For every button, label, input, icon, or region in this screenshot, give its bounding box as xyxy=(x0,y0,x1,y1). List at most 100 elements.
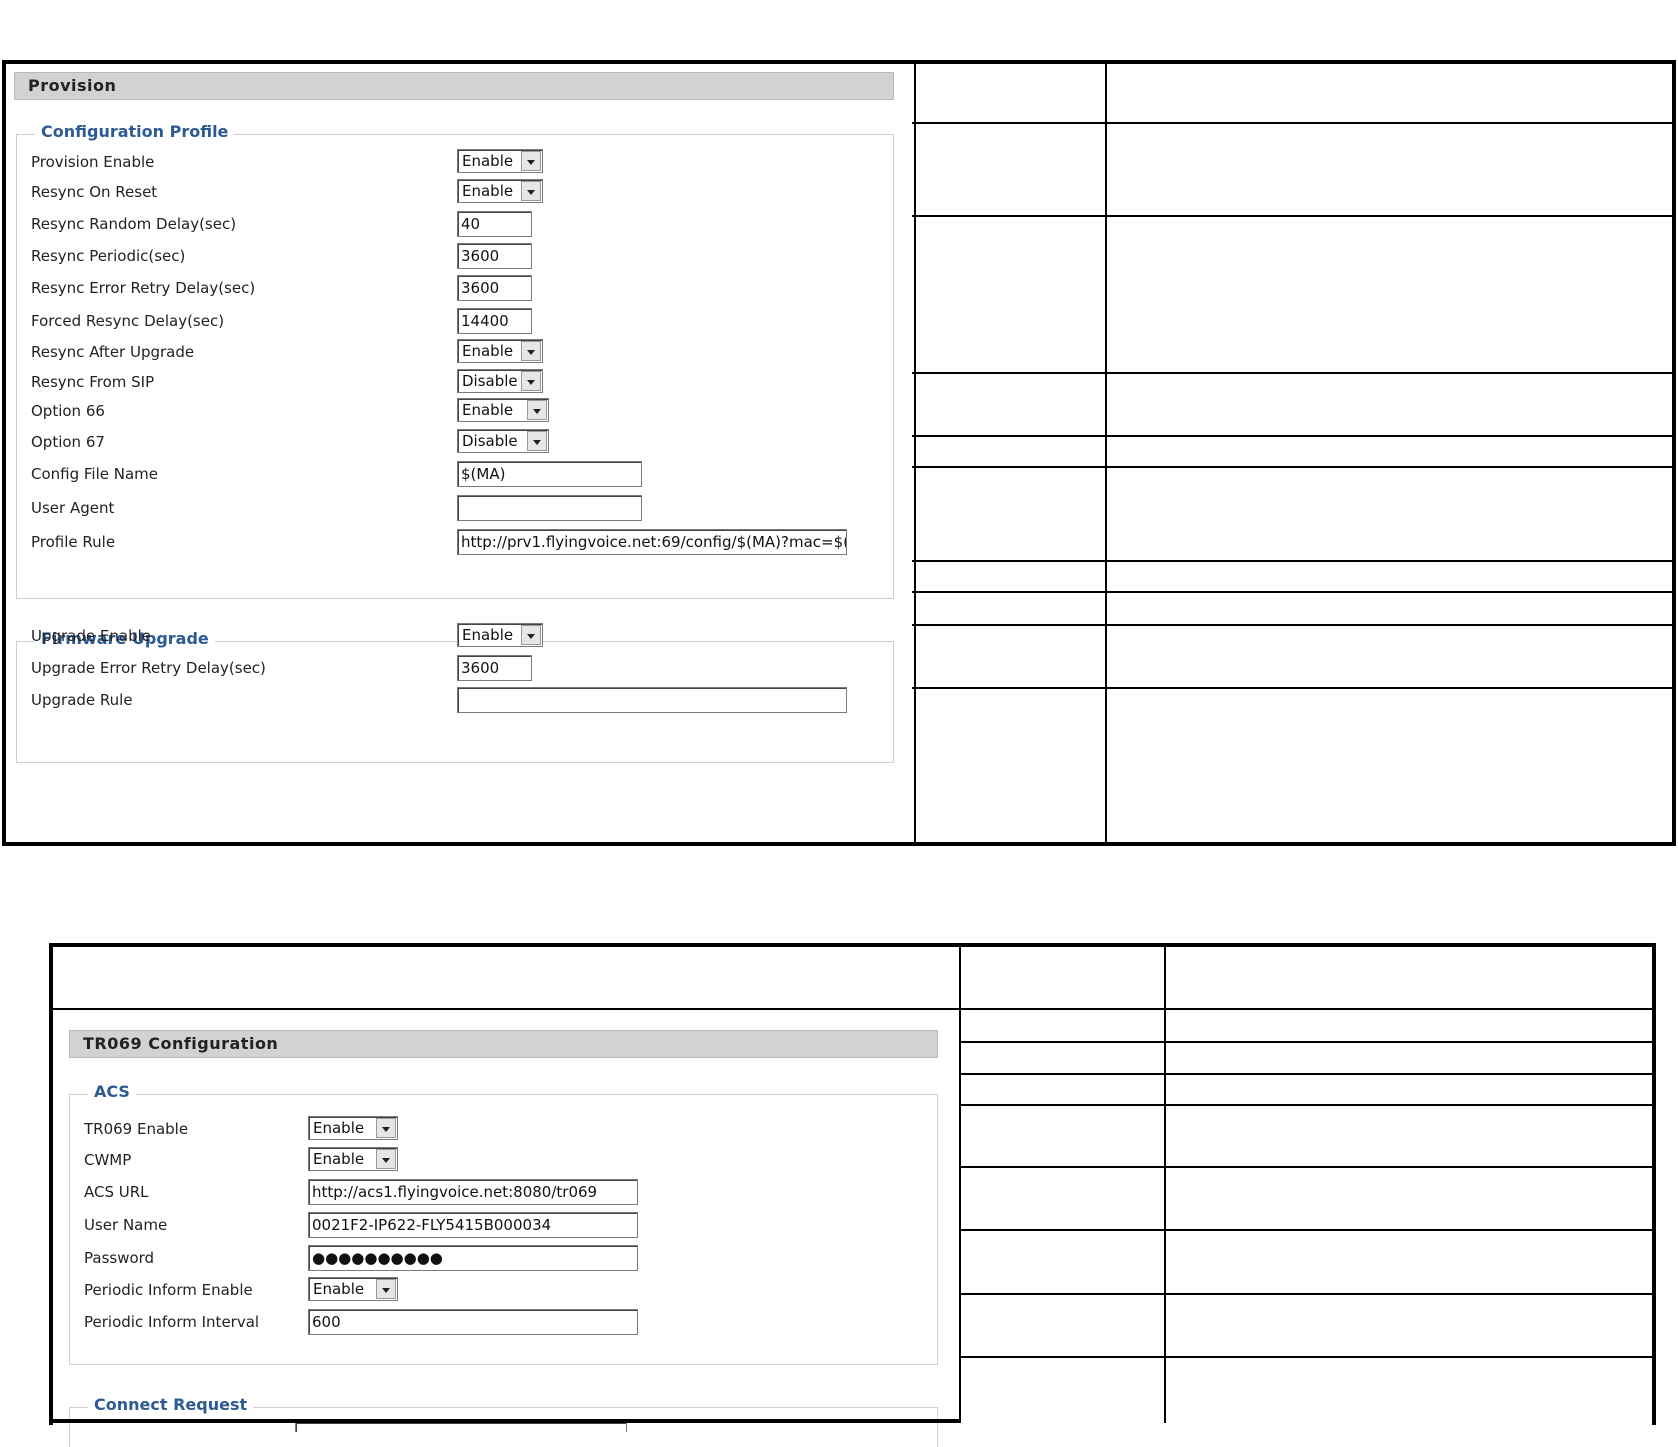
form-row-resync-error-retry-delay-sec: Resync Error Retry Delay(sec) 3600 xyxy=(31,275,891,303)
form-row-user-agent: User Agent xyxy=(31,495,891,523)
tr069-enable-select[interactable]: Enable xyxy=(308,1116,398,1140)
option-66-select[interactable]: Enable xyxy=(457,398,549,422)
acs-fieldset: ACS TR069 Enable Enable CWMP Enable ACS URL h… xyxy=(69,1082,938,1365)
resync-random-delay-sec-label: Resync Random Delay(sec) xyxy=(31,215,237,233)
upgrade-error-retry-delay-sec-input[interactable]: 3600 xyxy=(457,655,532,681)
provision-enable-label: Provision Enable xyxy=(31,153,155,171)
table-row-divider xyxy=(961,1229,1654,1231)
periodic-inform-enable-select[interactable]: Enable xyxy=(308,1277,398,1301)
forced-resync-delay-sec-input[interactable]: 14400 xyxy=(457,308,532,334)
resync-from-sip-label: Resync From SIP xyxy=(31,373,155,391)
table-row-divider xyxy=(912,687,1672,689)
form-row-resync-after-upgrade: Resync After Upgrade Enable xyxy=(31,339,891,367)
resync-error-retry-delay-sec-input[interactable]: 3600 xyxy=(457,275,532,301)
resync-from-sip-select[interactable]: Disable xyxy=(457,369,543,393)
form-row-tr069-enable: TR069 Enable Enable xyxy=(84,1116,944,1144)
resync-after-upgrade-select[interactable]: Enable xyxy=(457,339,543,363)
option-67-select[interactable]: Disable xyxy=(457,429,549,453)
provision-enable-select[interactable]: Enable xyxy=(457,149,543,173)
form-row-upgrade-rule: Upgrade Rule xyxy=(31,687,891,715)
provision-panel: Provision Configuration Profile Provisio… xyxy=(6,64,894,842)
chevron-down-icon[interactable] xyxy=(521,151,541,171)
provision-description-table xyxy=(914,60,1678,846)
chevron-down-icon[interactable] xyxy=(376,1118,396,1138)
upgrade-enable-select[interactable]: Enable xyxy=(457,623,543,647)
form-row-upgrade-error-retry-delay-sec: Upgrade Error Retry Delay(sec) 3600 xyxy=(31,655,891,683)
resync-after-upgrade-selected-value: Enable xyxy=(462,342,514,360)
resync-from-sip-selected-value: Disable xyxy=(462,372,518,390)
chevron-down-icon[interactable] xyxy=(376,1149,396,1169)
form-row-resync-random-delay-sec: Resync Random Delay(sec) 40 xyxy=(31,211,891,239)
form-row-resync-from-sip: Resync From SIP Disable xyxy=(31,369,891,397)
option-66-selected-value: Enable xyxy=(462,401,514,419)
user-name-label: User Name xyxy=(84,1216,168,1234)
option-67-label: Option 67 xyxy=(31,433,105,451)
form-row-resync-periodic-sec: Resync Periodic(sec) 3600 xyxy=(31,243,891,271)
table-row-divider xyxy=(961,1073,1654,1075)
chevron-down-icon[interactable] xyxy=(527,400,547,420)
provision-header: Provision xyxy=(14,72,894,100)
firmware-upgrade-fieldset: Firmware Upgrade Upgrade Enable Enable Upg… xyxy=(16,623,894,763)
resync-periodic-sec-input[interactable]: 3600 xyxy=(457,243,532,269)
resync-on-reset-selected-value: Enable xyxy=(462,182,514,200)
resync-on-reset-select[interactable]: Enable xyxy=(457,179,543,203)
acs-legend: ACS xyxy=(88,1082,136,1101)
password-label: Password xyxy=(84,1249,155,1267)
form-row-config-file-name: Config File Name $(MA) xyxy=(31,461,891,489)
upgrade-enable-label: Upgrade Enable xyxy=(31,627,151,645)
form-row-periodic-inform-interval: Periodic Inform Interval 600 xyxy=(84,1309,944,1337)
form-row-profile-rule: Profile Rule http://prv1.flyingvoice.net:… xyxy=(31,529,891,557)
user-agent-input[interactable] xyxy=(457,495,642,521)
profile-rule-input[interactable]: http://prv1.flyingvoice.net:69/config/$(… xyxy=(457,529,847,555)
form-row-option-67: Option 67 Disable xyxy=(31,429,891,457)
resync-error-retry-delay-sec-label: Resync Error Retry Delay(sec) xyxy=(31,279,256,297)
forced-resync-delay-sec-label: Forced Resync Delay(sec) xyxy=(31,312,225,330)
resync-on-reset-label: Resync On Reset xyxy=(31,183,158,201)
form-row-resync-on-reset: Resync On Reset Enable xyxy=(31,179,891,207)
table-header-divider xyxy=(49,1008,1656,1010)
table-row-divider xyxy=(912,591,1672,593)
chevron-down-icon[interactable] xyxy=(521,625,541,645)
periodic-inform-interval-input[interactable]: 600 xyxy=(308,1309,638,1335)
upgrade-error-retry-delay-sec-label: Upgrade Error Retry Delay(sec) xyxy=(31,659,266,677)
form-row-acs-url: ACS URL http://acs1.flyingvoice.net:8080/… xyxy=(84,1179,944,1207)
configuration-profile-legend: Configuration Profile xyxy=(35,122,235,141)
chevron-down-icon[interactable] xyxy=(376,1279,396,1299)
chevron-down-icon[interactable] xyxy=(521,341,541,361)
config-file-name-input[interactable]: $(MA) xyxy=(457,461,642,487)
table-row-divider xyxy=(961,1041,1654,1043)
cwmp-selected-value: Enable xyxy=(313,1150,365,1168)
acs-url-input[interactable]: http://acs1.flyingvoice.net:8080/tr069 xyxy=(308,1179,638,1205)
chevron-down-icon[interactable] xyxy=(521,181,541,201)
user-agent-label: User Agent xyxy=(31,499,115,517)
periodic-inform-enable-selected-value: Enable xyxy=(313,1280,365,1298)
profile-rule-label: Profile Rule xyxy=(31,533,116,551)
upgrade-rule-input[interactable] xyxy=(457,687,847,713)
table-column-divider xyxy=(959,947,961,1423)
user-name-input[interactable]: 0021F2-IP622-FLY5415B000034 xyxy=(308,1212,638,1238)
cwmp-label: CWMP xyxy=(84,1151,132,1169)
table-row-divider xyxy=(961,1293,1654,1295)
form-row-provision-enable: Provision Enable Enable xyxy=(31,149,891,177)
table-row-divider xyxy=(912,624,1672,626)
option-66-label: Option 66 xyxy=(31,402,105,420)
connect-request-partial-input[interactable] xyxy=(295,1422,627,1432)
password-input[interactable]: ●●●●●●●●●● xyxy=(308,1245,638,1271)
resync-random-delay-sec-input[interactable]: 40 xyxy=(457,211,532,237)
form-row-upgrade-enable: Upgrade Enable Enable xyxy=(31,623,891,651)
chevron-down-icon[interactable] xyxy=(527,431,547,451)
periodic-inform-enable-label: Periodic Inform Enable xyxy=(84,1281,253,1299)
provision-enable-selected-value: Enable xyxy=(462,152,514,170)
connect-request-fieldset: Connect Request xyxy=(69,1395,938,1447)
tr069-header: TR069 Configuration xyxy=(69,1030,938,1058)
tr069-enable-selected-value: Enable xyxy=(313,1119,365,1137)
table-row-divider xyxy=(961,1104,1654,1106)
chevron-down-icon[interactable] xyxy=(521,371,541,391)
form-row-option-66: Option 66 Enable xyxy=(31,398,891,426)
connect-request-legend: Connect Request xyxy=(88,1395,254,1414)
cwmp-select[interactable]: Enable xyxy=(308,1147,398,1171)
tr069-enable-label: TR069 Enable xyxy=(84,1120,189,1138)
provision-frame: Provision Configuration Profile Provisio… xyxy=(2,60,1676,846)
panel-bottom-border xyxy=(49,1419,961,1423)
table-row-divider xyxy=(912,466,1672,468)
